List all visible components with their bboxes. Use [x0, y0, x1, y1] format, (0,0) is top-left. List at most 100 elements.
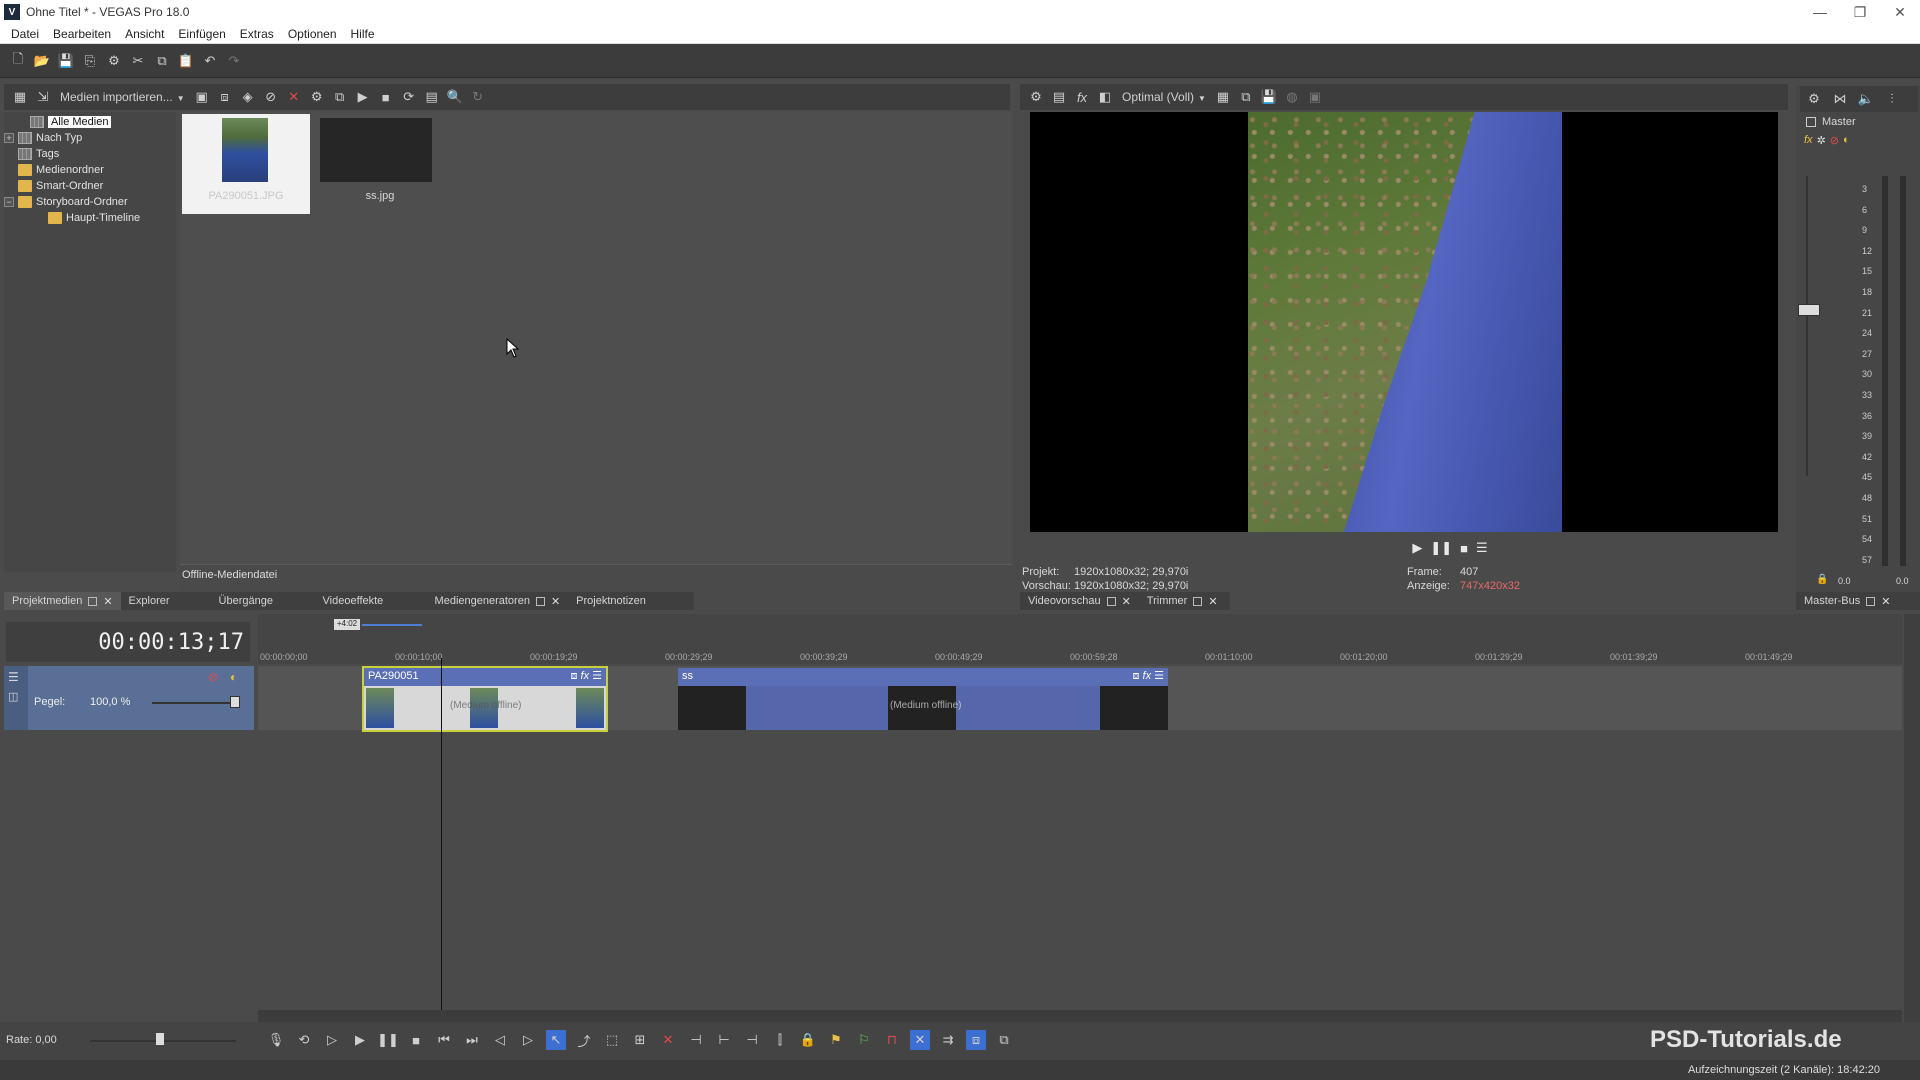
- master-fx-icon[interactable]: fx: [1804, 134, 1813, 147]
- lock-envelopes-icon[interactable]: ⧈: [966, 1030, 986, 1050]
- play-icon[interactable]: ▶: [353, 87, 373, 107]
- menu-extras[interactable]: Extras: [233, 27, 281, 41]
- tab-mediengeneratoren[interactable]: Mediengeneratoren ✕: [427, 592, 569, 610]
- menu-optionen[interactable]: Optionen: [281, 27, 344, 41]
- tab-explorer[interactable]: Explorer: [121, 592, 211, 610]
- get-media-icon[interactable]: ⧈: [215, 87, 235, 107]
- undo-icon[interactable]: ↶: [200, 51, 220, 71]
- edit-tool-icon[interactable]: ↖: [546, 1030, 566, 1050]
- collapse-icon[interactable]: −: [4, 197, 14, 207]
- grid-icon[interactable]: ▣: [1305, 87, 1325, 107]
- auto-crossfade-icon[interactable]: ✕: [910, 1030, 930, 1050]
- close-icon[interactable]: ✕: [103, 595, 112, 608]
- play-icon[interactable]: ▶: [1412, 540, 1422, 556]
- tree-item-haupt-timeline[interactable]: Haupt-Timeline: [4, 210, 176, 226]
- pegel-slider-knob[interactable]: [230, 696, 240, 708]
- lock-icon[interactable]: 🔒: [1816, 574, 1828, 585]
- maximize-icon[interactable]: [1866, 596, 1876, 606]
- copy-snapshot-icon[interactable]: ⧉: [1236, 87, 1256, 107]
- master-checkbox[interactable]: [1806, 117, 1816, 127]
- track-expand-icon[interactable]: ◫: [8, 690, 18, 703]
- go-to-start-icon[interactable]: ⏮: [434, 1030, 454, 1050]
- preview-device-icon[interactable]: ▤: [1049, 87, 1069, 107]
- tree-item-tags[interactable]: Tags: [4, 146, 176, 162]
- menu-einfuegen[interactable]: Einfügen: [171, 27, 232, 41]
- overlays-icon[interactable]: ▦: [1213, 87, 1233, 107]
- copy-icon[interactable]: ⧉: [152, 51, 172, 71]
- close-icon[interactable]: ✕: [551, 595, 560, 608]
- record-icon[interactable]: 🎙: [266, 1030, 286, 1050]
- video-fx-icon[interactable]: fx: [1072, 87, 1092, 107]
- speaker-icon[interactable]: 🔈: [1856, 89, 1876, 109]
- external-monitor-icon[interactable]: ◍: [1282, 87, 1302, 107]
- track-menu-icon[interactable]: ☰: [8, 670, 19, 684]
- capture-icon[interactable]: ▣: [192, 87, 212, 107]
- zoom-tool-icon[interactable]: ⊞: [630, 1030, 650, 1050]
- tree-item-nach-typ[interactable]: + Nach Typ: [4, 130, 176, 146]
- master-fader-knob[interactable]: [1798, 304, 1820, 316]
- views-icon[interactable]: ▤: [422, 87, 442, 107]
- media-fx-icon[interactable]: ⧉: [330, 87, 350, 107]
- lock-icon[interactable]: 🔒: [798, 1030, 818, 1050]
- delete-icon[interactable]: ✕: [284, 87, 304, 107]
- play-icon[interactable]: ▶: [350, 1030, 370, 1050]
- maximize-icon[interactable]: [1193, 596, 1203, 606]
- stop-icon[interactable]: ■: [1460, 541, 1468, 556]
- split-screen-icon[interactable]: ◧: [1095, 87, 1115, 107]
- import-media-icon[interactable]: ⇲: [33, 87, 53, 107]
- tree-item-medienordner[interactable]: Medienordner: [4, 162, 176, 178]
- next-frame-icon[interactable]: ▷: [518, 1030, 538, 1050]
- cut-icon[interactable]: ✂: [128, 51, 148, 71]
- stop-icon[interactable]: ■: [406, 1030, 426, 1050]
- master-settings-icon[interactable]: ⚙: [1804, 89, 1824, 109]
- close-icon[interactable]: ✕: [1881, 595, 1890, 608]
- tab-videovorschau[interactable]: Videovorschau ✕: [1020, 592, 1139, 610]
- pause-icon[interactable]: ❚❚: [377, 1030, 399, 1050]
- vertical-scrollbar[interactable]: [1904, 614, 1920, 1024]
- selection-tool-icon[interactable]: ⬚: [602, 1030, 622, 1050]
- marker-icon[interactable]: ⚑: [826, 1030, 846, 1050]
- preview-settings-icon[interactable]: ⚙: [1026, 87, 1046, 107]
- close-icon[interactable]: ✕: [1122, 595, 1131, 608]
- tab-master-bus[interactable]: Master-Bus ✕: [1796, 592, 1898, 610]
- master-solo-icon[interactable]: ◐: [1843, 134, 1850, 147]
- save-icon[interactable]: 💾: [56, 51, 76, 71]
- snap-icon[interactable]: ⊓: [882, 1030, 902, 1050]
- preview-quality-dropdown[interactable]: Optimal (Voll) ▼: [1118, 90, 1210, 104]
- clip-pa290051[interactable]: PA290051 ⧈ fx ☰ (Medium offline): [362, 666, 608, 732]
- loop-icon[interactable]: ⟲: [294, 1030, 314, 1050]
- trim-end-icon[interactable]: ⊣: [742, 1030, 762, 1050]
- go-to-end-icon[interactable]: ⏭: [462, 1030, 482, 1050]
- clip-fx-icons[interactable]: ⧈ fx ☰: [1132, 669, 1164, 683]
- mute-icon[interactable]: ⊘: [208, 670, 218, 684]
- play-from-start-icon[interactable]: ▷: [322, 1030, 342, 1050]
- tree-item-alle-medien[interactable]: Alle Medien: [4, 114, 176, 130]
- menu-bearbeiten[interactable]: Bearbeiten: [46, 27, 118, 41]
- time-ruler[interactable]: +4:02 00:00:00;00 00:00:10;00 00:00:19;29 0…: [258, 614, 1902, 664]
- media-thumb-pa290051[interactable]: PA290051.JPG: [182, 114, 310, 214]
- ripple-edit-icon[interactable]: ⇉: [938, 1030, 958, 1050]
- new-file-icon[interactable]: 🗋: [8, 51, 28, 71]
- media-thumb-ss[interactable]: ss.jpg: [316, 114, 444, 214]
- tree-item-smart-ordner[interactable]: Smart-Ordner: [4, 178, 176, 194]
- maximize-icon[interactable]: [88, 596, 98, 606]
- master-mute-icon[interactable]: ⊘: [1830, 134, 1839, 147]
- maximize-icon[interactable]: [535, 596, 545, 606]
- pegel-slider[interactable]: [152, 702, 236, 704]
- delete-icon[interactable]: ✕: [658, 1030, 678, 1050]
- menu-icon[interactable]: ☰: [1476, 540, 1488, 556]
- ignore-grouping-icon[interactable]: ⧉: [994, 1030, 1014, 1050]
- extract-audio-icon[interactable]: ◈: [238, 87, 258, 107]
- pause-icon[interactable]: ❚❚: [1430, 540, 1452, 556]
- solo-icon[interactable]: ◐: [230, 670, 237, 684]
- tab-trimmer[interactable]: Trimmer ✕: [1139, 592, 1226, 610]
- trim-icon[interactable]: ⊣: [686, 1030, 706, 1050]
- paste-icon[interactable]: 📋: [176, 51, 196, 71]
- menu-hilfe[interactable]: Hilfe: [344, 27, 382, 41]
- trim-start-icon[interactable]: ⊢: [714, 1030, 734, 1050]
- expand-icon[interactable]: +: [4, 133, 14, 143]
- region-marker[interactable]: +4:02: [334, 619, 360, 630]
- close-icon[interactable]: ✕: [1880, 0, 1920, 24]
- region-icon[interactable]: ⚐: [854, 1030, 874, 1050]
- menu-datei[interactable]: Datei: [4, 27, 46, 41]
